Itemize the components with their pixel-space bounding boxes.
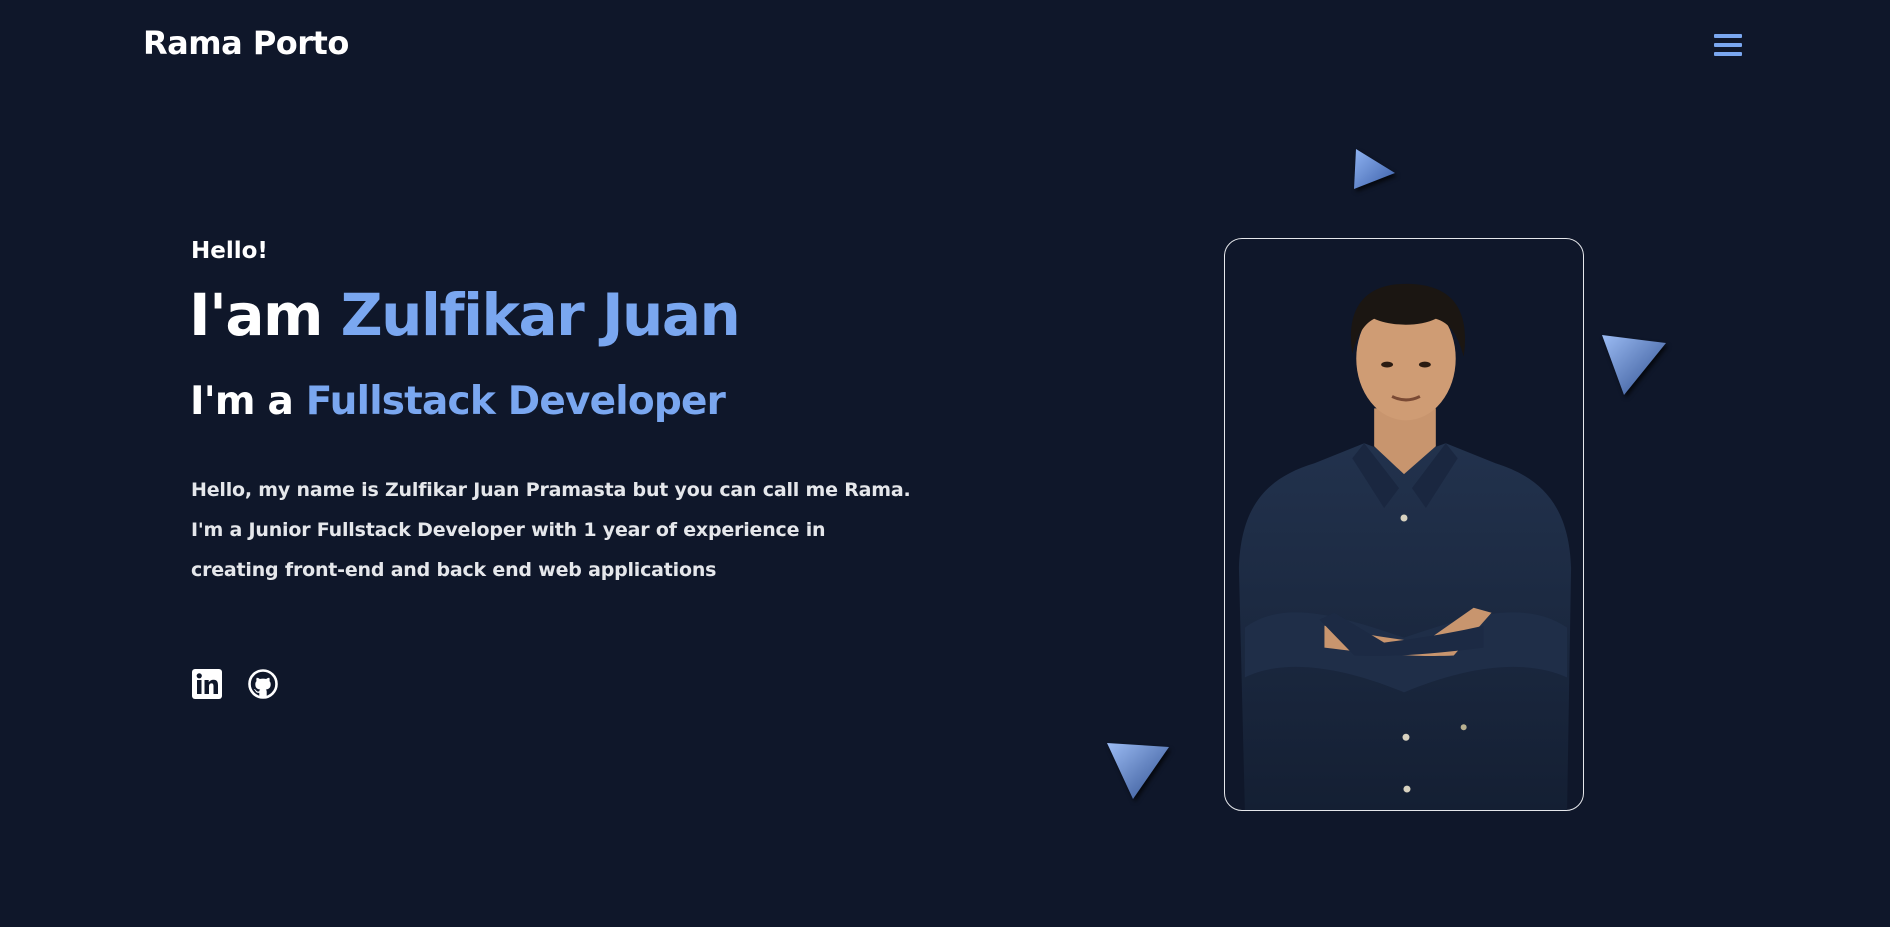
brand-logo[interactable]: Rama Porto <box>143 24 349 62</box>
headline-prefix: I'am <box>189 281 341 349</box>
subhead-prefix: I'm a <box>190 379 306 424</box>
menu-line <box>1714 43 1742 47</box>
linkedin-icon[interactable] <box>191 668 223 700</box>
headline: I'am Zulfikar Juan <box>189 281 741 349</box>
intro-paragraph: Hello, my name is Zulfikar Juan Pramasta… <box>191 479 911 581</box>
github-icon[interactable] <box>247 668 279 700</box>
subheadline: I'm a Fullstack Developer <box>190 379 726 425</box>
menu-line <box>1714 34 1742 38</box>
menu-line <box>1714 52 1742 56</box>
person-illustration <box>1238 283 1572 810</box>
triangle-decoration <box>1602 335 1666 395</box>
portfolio-page: Rama Porto Hello! I'am Zulfikar Juan I'm… <box>0 0 1890 927</box>
profile-photo <box>1224 238 1584 811</box>
greeting: Hello! <box>191 238 268 264</box>
triangle-decoration <box>1354 149 1395 189</box>
social-links <box>191 668 279 700</box>
headline-name: Zulfikar Juan <box>340 281 741 349</box>
hamburger-menu-icon[interactable] <box>1713 33 1743 57</box>
subhead-role: Fullstack Developer <box>305 379 726 424</box>
triangle-decoration <box>1107 743 1169 799</box>
